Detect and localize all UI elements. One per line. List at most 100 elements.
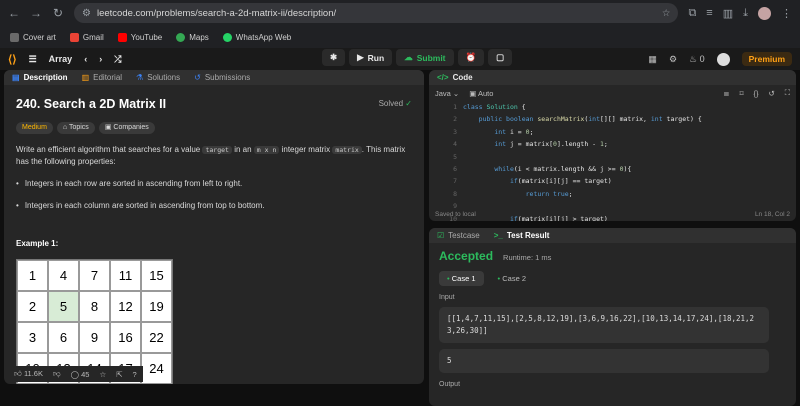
share-icon[interactable]: ⇱ (116, 370, 122, 379)
matrix-cell: 24 (141, 353, 172, 384)
companies-chip[interactable]: ▣ Companies (98, 121, 155, 135)
companies-label: Companies (113, 123, 149, 131)
tab-solutions[interactable]: ⚗ Solutions (136, 73, 180, 82)
tab-submissions[interactable]: ↺ Submissions (194, 73, 250, 82)
timer-button[interactable]: ⏰ (457, 49, 485, 66)
auto-mode[interactable]: ▣ Auto (469, 89, 493, 98)
layout-icon[interactable]: ▦ (648, 54, 657, 65)
tab-editorial[interactable]: ▥ Editorial (82, 73, 122, 82)
settings-icon[interactable]: ⚙ (669, 54, 677, 65)
favorite-star-icon[interactable]: ☆ (99, 370, 106, 379)
bullet-text: Integers in each row are sorted in ascen… (24, 179, 243, 189)
bug-icon: ✱ (330, 52, 338, 62)
alarm-icon: ⏰ (465, 52, 477, 62)
language-select[interactable]: Java ⌄ (435, 89, 459, 98)
run-button[interactable]: ▶ Run (349, 49, 393, 66)
book-icon: ▥ (81, 73, 90, 82)
dislike-icon[interactable]: 👎︎ (53, 369, 61, 379)
submit-button[interactable]: ☁ Submit (396, 49, 454, 66)
tab-test-result[interactable]: >_ Test Result (494, 231, 550, 240)
forward-icon[interactable]: → (30, 6, 42, 20)
bookmark-star-icon[interactable]: ☆ (662, 8, 671, 19)
more-icon[interactable]: ⋮ (781, 7, 792, 20)
braces-icon[interactable]: {} (753, 89, 758, 98)
fullscreen-icon[interactable]: ⛶ (785, 88, 790, 98)
bookmark-item[interactable]: Gmail (69, 32, 104, 42)
reset-icon[interactable]: ↺ (768, 89, 774, 98)
site-info-icon[interactable]: ⚙ (82, 8, 91, 19)
matrix-cell: 22 (141, 322, 172, 354)
pass-dot-icon: • (497, 274, 501, 283)
bookmark-item[interactable]: Maps (176, 32, 209, 42)
like-button[interactable]: 👍︎ 11.6K (14, 369, 43, 379)
premium-button[interactable]: Premium (741, 52, 792, 66)
matrix-cell: 11 (110, 260, 141, 292)
bookmark-label: Maps (189, 32, 209, 42)
format-icon[interactable]: ≣ (723, 89, 729, 98)
back-icon[interactable]: ← (8, 6, 20, 20)
menu-list-icon[interactable]: ≡ (706, 7, 712, 19)
problem-title-text[interactable]: 240. Search a 2D Matrix II (16, 95, 166, 114)
reload-icon[interactable]: ↻ (52, 6, 64, 20)
bullet-icon: • (16, 179, 19, 189)
problem-list-icon[interactable]: ☰ (29, 54, 37, 65)
extensions-icon[interactable]: ⧉ (688, 7, 696, 20)
case-label: Case 2 (502, 274, 526, 283)
maps-icon (176, 32, 186, 42)
tab-label: Solutions (147, 73, 181, 82)
streak-counter[interactable]: ♨ 0 (689, 54, 705, 65)
profile-avatar[interactable] (758, 6, 771, 20)
fire-icon: ♨ (689, 53, 698, 64)
notes-button[interactable]: ▢ (488, 49, 513, 66)
lock-icon: ▣ (469, 88, 477, 98)
bookmark-label: WhatsApp Web (235, 32, 292, 42)
url-text: leetcode.com/problems/search-a-2d-matrix… (96, 7, 337, 19)
address-bar[interactable]: ⚙ leetcode.com/problems/search-a-2d-matri… (74, 3, 679, 23)
shuffle-icon[interactable]: ⤮ (114, 54, 121, 65)
bookmark-item[interactable]: Cover art (10, 32, 56, 42)
bookmark-item[interactable]: WhatsApp Web (222, 32, 292, 42)
downloads-icon[interactable]: ⤓ (743, 7, 748, 20)
code-icon: </> (437, 73, 449, 82)
submit-label: Submit (416, 52, 446, 63)
next-problem-icon[interactable]: › (99, 54, 102, 64)
case-1-tab[interactable]: • Case 1 (439, 271, 484, 286)
matrix-cell: 9 (79, 322, 110, 354)
bookmark-icon[interactable]: ⌑ (740, 89, 744, 98)
code-editor[interactable]: 1 class Solution { 2 public boolean searc… (429, 101, 796, 221)
matrix-cell: 2 (17, 291, 48, 323)
leetcode-logo[interactable]: ⟨⟩ (8, 53, 17, 66)
difficulty-chip[interactable]: Medium (16, 121, 53, 135)
tab-label: Description (23, 73, 68, 82)
tab-label: Test Result (506, 231, 550, 240)
topics-chip[interactable]: ⌂ Topics (56, 121, 95, 135)
result-status: Accepted (439, 249, 494, 263)
case-2-tab[interactable]: • Case 2 (490, 271, 535, 286)
matrix-cell: 12 (110, 291, 141, 323)
language-label: Java (435, 88, 451, 98)
browser-chrome: ← → ↻ ⚙ leetcode.com/problems/search-a-2d… (0, 0, 800, 48)
like-count: 11.6K (23, 369, 43, 378)
sidepanel-icon[interactable]: ▥ (723, 7, 733, 20)
user-avatar[interactable] (716, 52, 730, 66)
example-heading: Example 1: (16, 239, 59, 249)
prev-problem-icon[interactable]: ‹ (84, 54, 87, 64)
panel-divider[interactable] (425, 70, 428, 406)
matrix-cell: 4 (48, 260, 79, 292)
tab-description[interactable]: ▤ Description (12, 73, 68, 82)
inline-code: matrix (332, 146, 362, 155)
matrix-cell: 7 (79, 260, 110, 292)
runtime-text: Runtime: 1 ms (503, 253, 552, 262)
solved-label: Solved (378, 99, 404, 109)
tab-testcase[interactable]: ☑ Testcase (437, 231, 480, 240)
bookmark-item[interactable]: YouTube (117, 32, 163, 42)
debug-button[interactable]: ✱ (322, 49, 346, 66)
statement-text: in an (234, 145, 252, 155)
comments-button[interactable]: ◯ 45 (71, 370, 90, 379)
code-panel-title: Code (452, 73, 473, 82)
youtube-icon (117, 32, 127, 42)
problem-list-label[interactable]: Array (49, 54, 73, 64)
case-label: Case 1 (451, 274, 476, 283)
bookmark-label: YouTube (130, 32, 163, 42)
help-icon[interactable]: ? (132, 370, 136, 379)
